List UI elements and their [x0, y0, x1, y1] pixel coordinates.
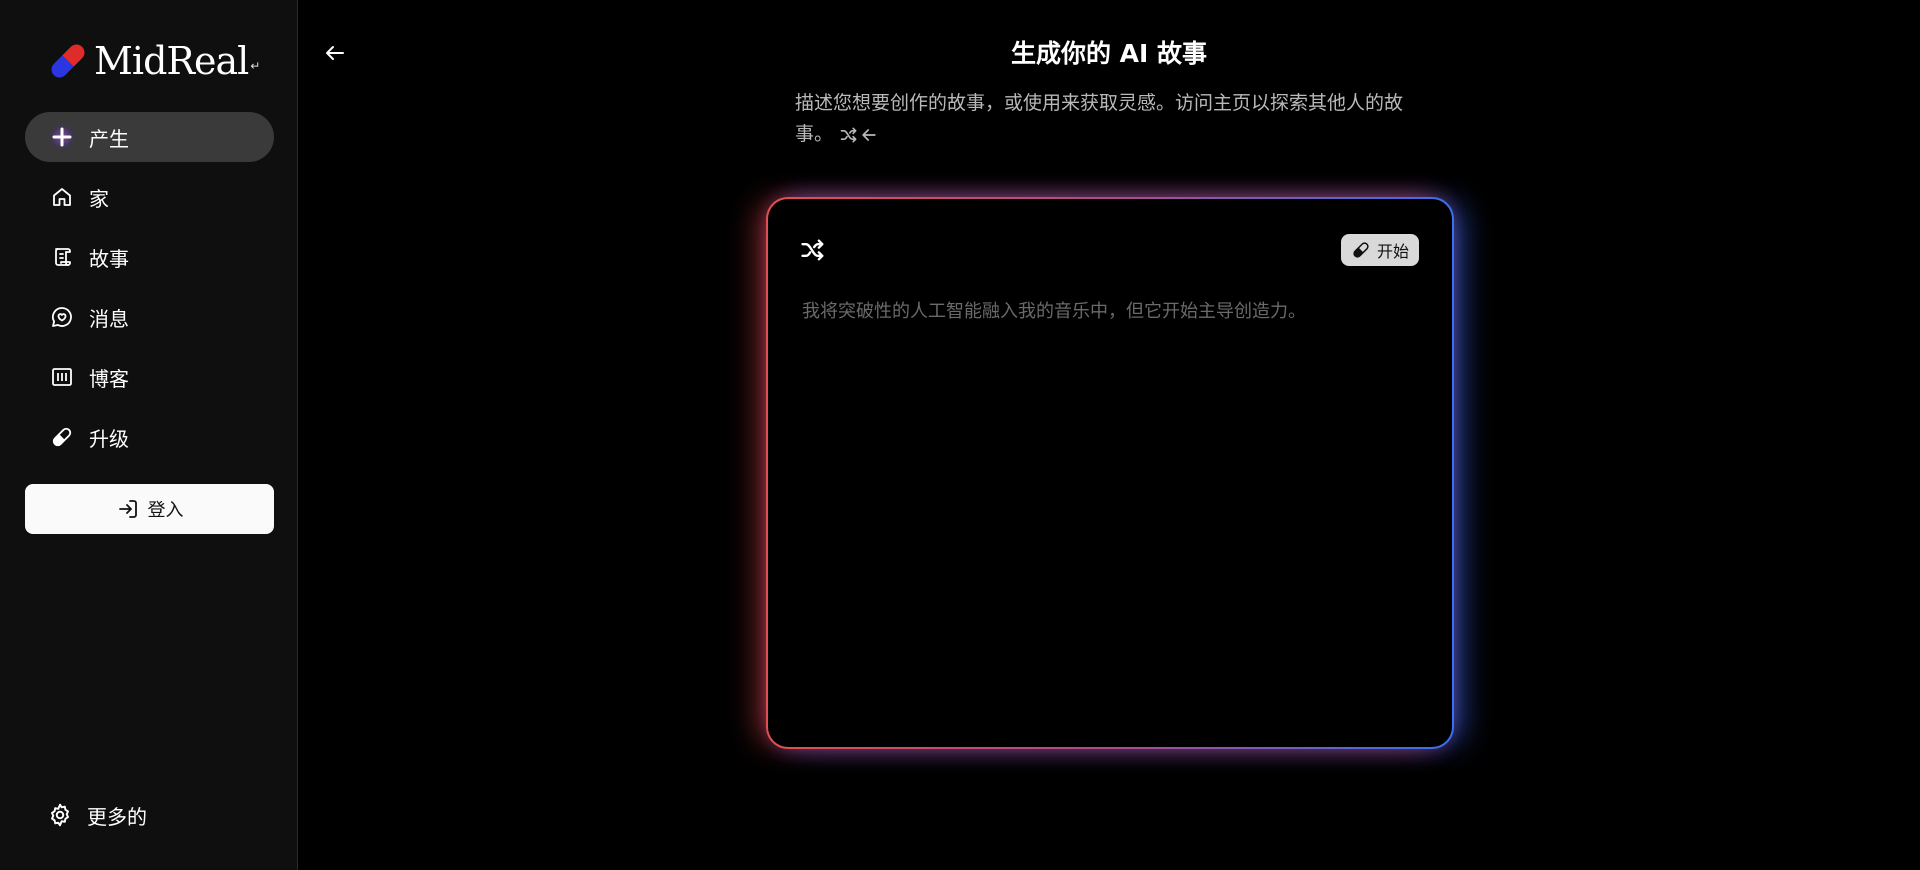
page-title: 生成你的 AI 故事: [1010, 39, 1208, 68]
sidebar-item-label: 升级: [89, 426, 129, 451]
login-icon: [118, 500, 137, 518]
shuffle-icon: [840, 127, 857, 142]
shuffle-icon: [801, 239, 824, 261]
login-button[interactable]: 登入: [25, 484, 274, 534]
sidebar-item-label: 故事: [89, 246, 129, 271]
library-icon: [49, 364, 75, 390]
gear-icon: [51, 803, 69, 827]
story-prompt-card: 开始: [766, 197, 1454, 749]
sidebar-item-label: 家: [89, 186, 109, 211]
sidebar-item-blog[interactable]: 博客: [25, 352, 274, 402]
pill-icon: [49, 424, 75, 450]
sidebar-item-upgrade[interactable]: 升级: [25, 412, 274, 462]
sidebar-item-label: 博客: [89, 366, 129, 391]
pill-icon: [1353, 242, 1369, 258]
home-icon: [49, 184, 75, 210]
shuffle-button[interactable]: [798, 235, 828, 265]
scroll-icon: [49, 244, 75, 270]
sidebar-item-generate[interactable]: 产生: [25, 112, 274, 162]
description-text: 描述您想要创作的故事，或使用来获取灵感。访问主页以探索其他人的故事。: [795, 92, 1404, 145]
arrow-left-icon: [862, 128, 876, 141]
start-label: 开始: [1376, 242, 1409, 261]
sidebar-item-stories[interactable]: 故事: [25, 232, 274, 282]
plus-icon: [49, 124, 75, 150]
sidebar-item-label: 消息: [89, 306, 129, 331]
more-settings-button[interactable]: 更多的: [25, 790, 274, 840]
message-heart-icon: [49, 304, 75, 330]
page-description: 描述您想要创作的故事，或使用来获取灵感。访问主页以探索其他人的故事。: [795, 88, 1435, 150]
description-icons: [839, 125, 879, 145]
sidebar: MidReal ↵ 产生 家 故事 消息 博客 升级 登入 更多的: [0, 0, 298, 870]
story-prompt-input[interactable]: [800, 295, 1414, 719]
sidebar-item-label: 产生: [89, 126, 129, 151]
login-label: 登入: [147, 500, 184, 521]
settings-label: 更多的: [87, 804, 147, 829]
sidebar-item-home[interactable]: 家: [25, 172, 274, 222]
start-button[interactable]: 开始: [1340, 234, 1419, 266]
sidebar-item-messages[interactable]: 消息: [25, 292, 274, 342]
